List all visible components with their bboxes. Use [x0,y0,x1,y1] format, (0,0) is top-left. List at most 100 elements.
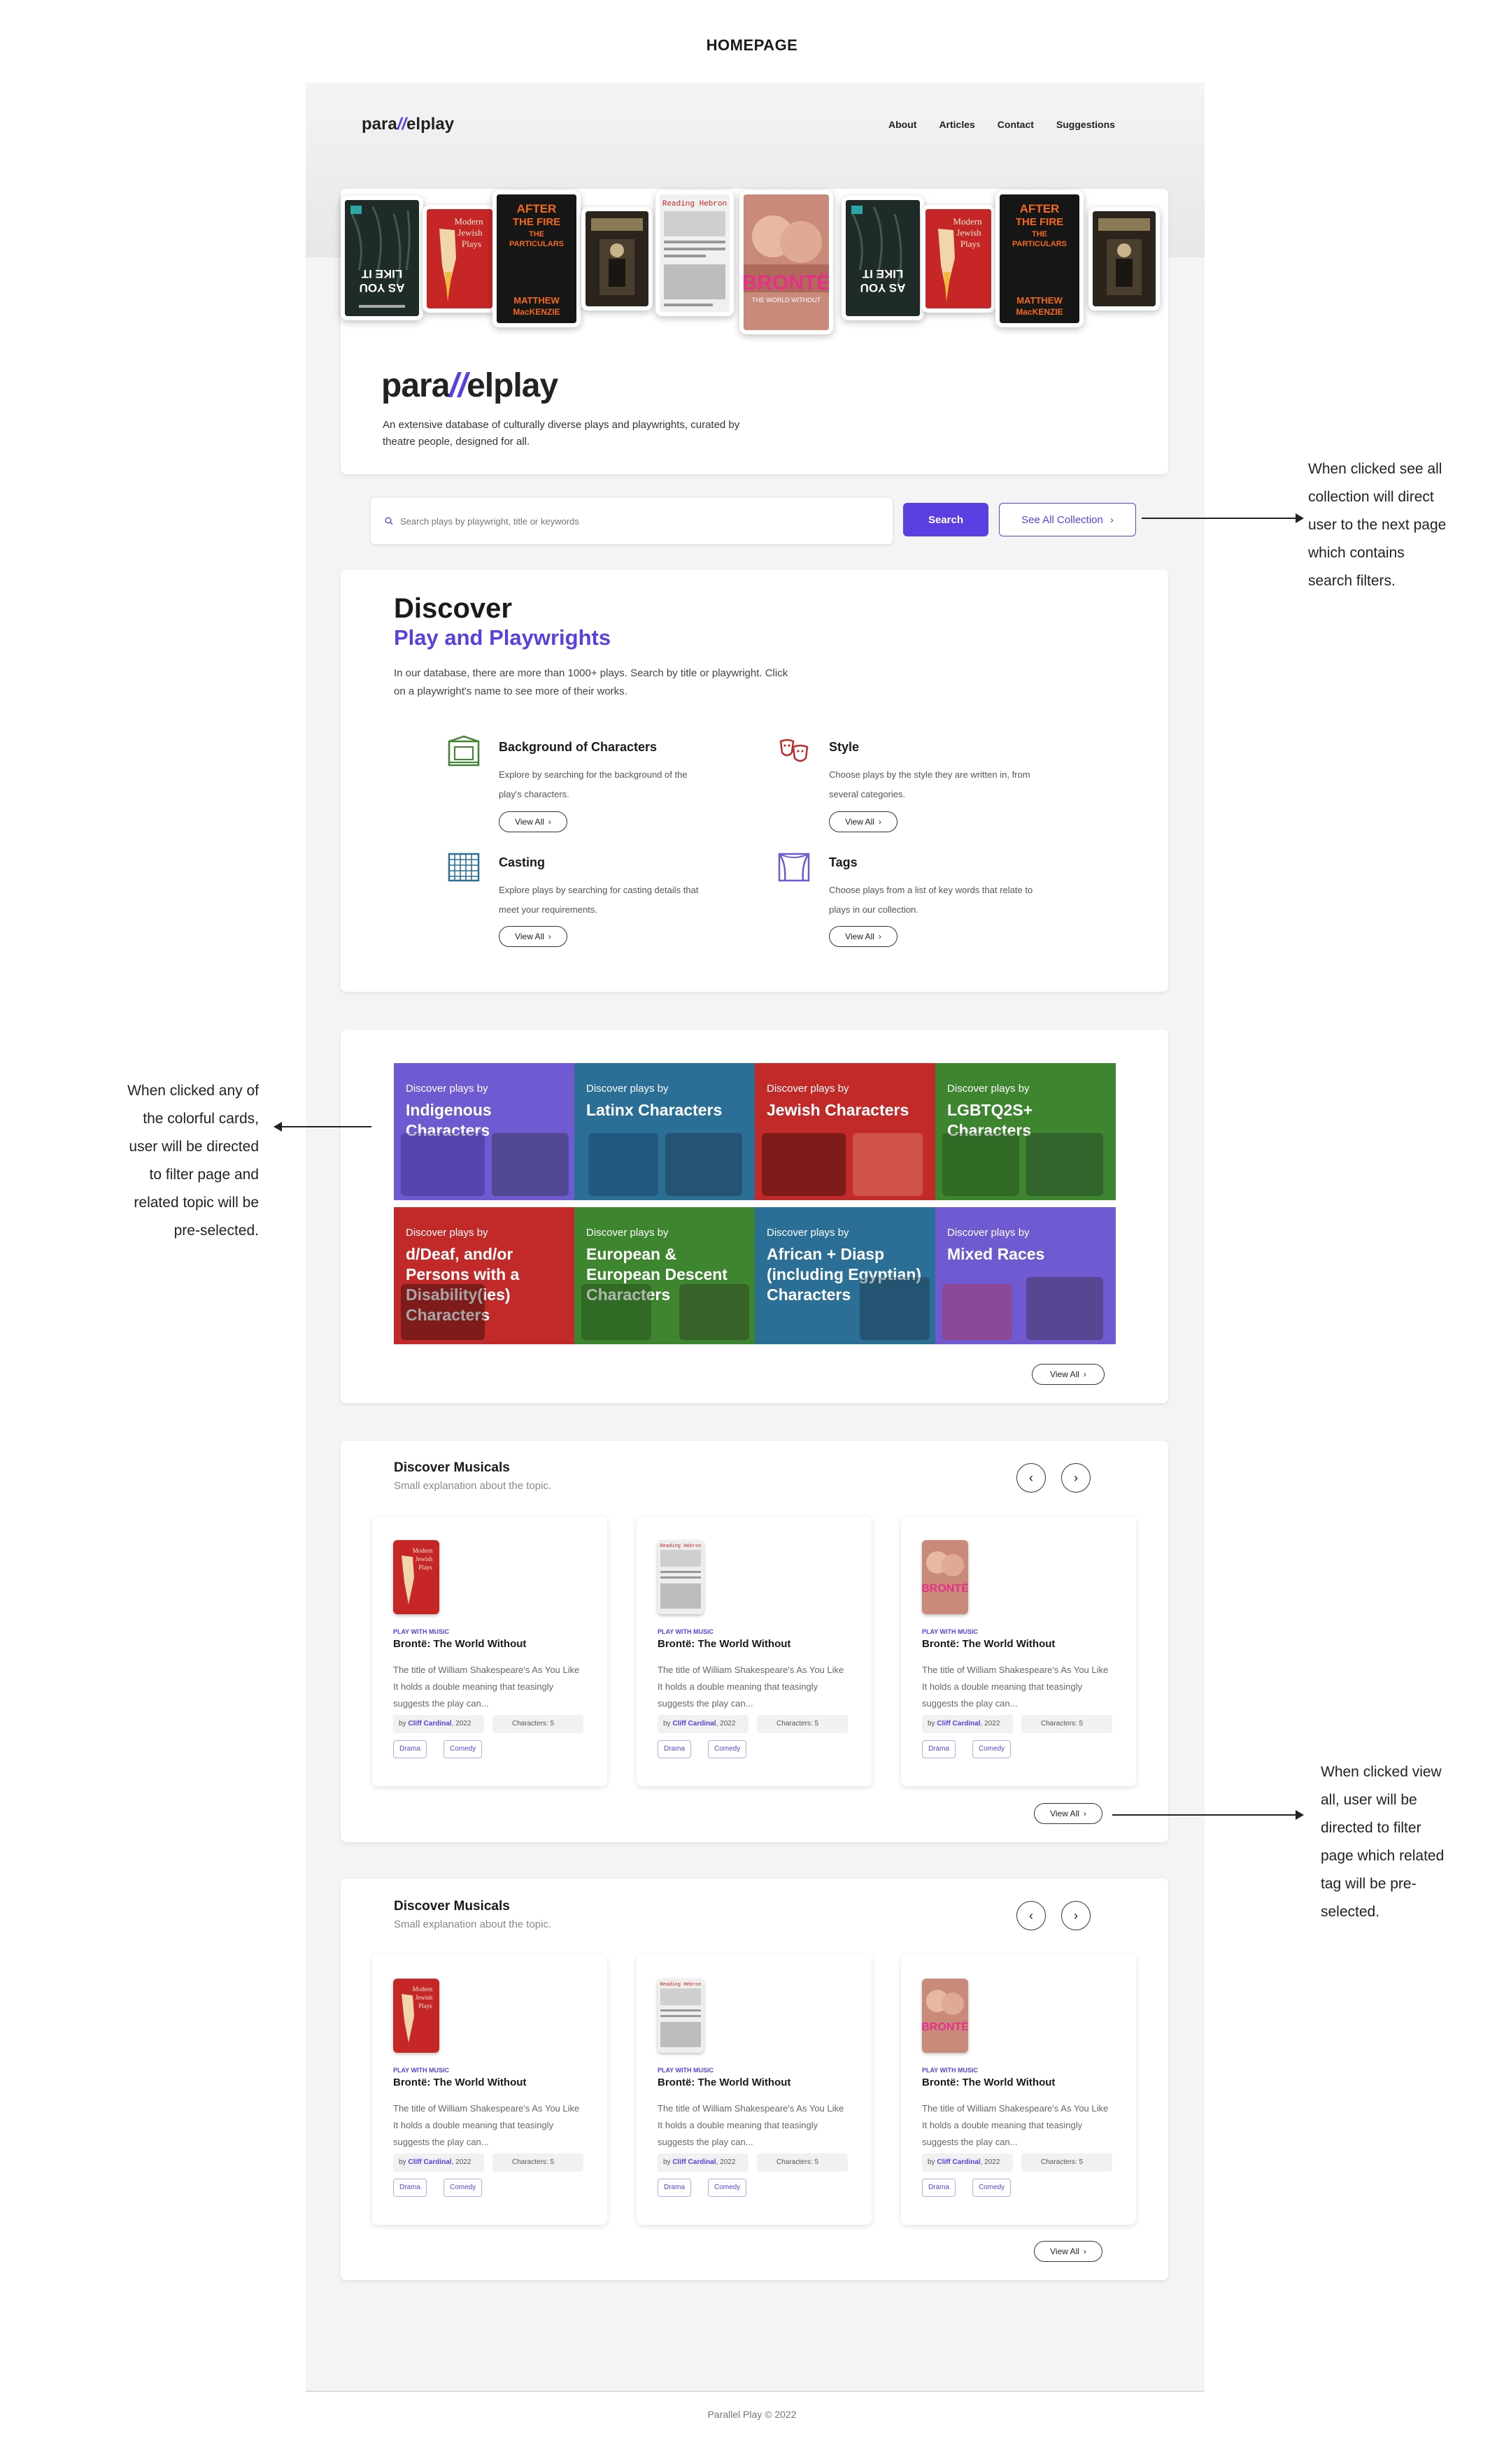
play-tag: PLAY WITH MUSIC [658,2067,714,2074]
svg-text:Plays: Plays [418,2002,432,2009]
search-bar[interactable] [371,498,893,544]
discover-title: Discover [394,593,512,624]
annotation-arrow-viewall [1112,1810,1304,1820]
book-cover-after-the-fire-2[interactable]: AFTER THE FIRE THE PARTICULARS MATTHEW MacKEN… [995,190,1084,327]
search-button[interactable]: Search [903,503,988,536]
carousel-prev-button[interactable]: ‹ [1016,1901,1046,1930]
tiles-view-all-button[interactable]: View All › [1032,1364,1105,1385]
book-cover-modern-jewish-plays-2[interactable]: Modern Jewish Plays [921,205,995,313]
svg-text:Plays: Plays [418,1564,432,1571]
book-cover-as-you-like-it-2[interactable]: AS YOU LIKE IT [842,196,924,320]
tile-indigenous[interactable]: Discover plays by Indigenous Characters [394,1063,574,1200]
tile-lgbtq2s[interactable]: Discover plays by LGBTQ2S+ Characters [935,1063,1116,1200]
svg-text:PARTICULARS: PARTICULARS [1012,240,1067,248]
footer-divider [306,2391,1205,2392]
logo-text-right: elplay [406,115,455,134]
book-cover-dark-illustrated-2[interactable] [1088,207,1160,311]
musicals-view-all-button[interactable]: View All › [1034,2241,1102,2262]
carousel-next-button[interactable]: › [1061,1463,1091,1493]
play-cover: BRONTË [922,1540,968,1614]
genre-chip[interactable]: Drama [922,2179,956,2197]
play-author: by Cliff Cardinal, 2022 [658,1715,749,1733]
play-card[interactable]: BRONTË PLAY WITH MUSIC Brontë: The World… [901,1955,1136,2225]
tile-european[interactable]: Discover plays by European & European De… [574,1207,755,1344]
logo-text-left: para [362,115,397,134]
svg-text:Reading Hebron: Reading Hebron [660,1982,702,1988]
svg-text:AS YOU: AS YOU [360,281,405,294]
footer-text: Parallel Play © 2022 [707,2409,797,2420]
genre-chip[interactable]: Drama [658,1740,692,1758]
header-logo[interactable]: para//elplay [362,115,454,134]
nav-articles[interactable]: Articles [939,119,974,130]
svg-text:BRONTË: BRONTË [922,1582,968,1595]
genre-chip[interactable]: Drama [658,2179,692,2197]
play-title[interactable]: Brontë: The World Without [658,1638,790,1650]
tile-latinx[interactable]: Discover plays by Latinx Characters [574,1063,755,1200]
tile-deaf-disability[interactable]: Discover plays by d/Deaf, and/or Persons… [394,1207,574,1344]
tile-mixed-races[interactable]: Discover plays by Mixed Races [935,1207,1116,1344]
genre-chip[interactable]: Drama [393,2179,427,2197]
genre-chip[interactable]: Comedy [444,2179,483,2197]
book-cover-modern-jewish-plays[interactable]: Modern Jewish Plays [423,205,497,313]
play-author: by Cliff Cardinal, 2022 [658,2153,749,2172]
book-cover-as-you-like-it[interactable]: AS YOU LIKE IT [341,196,423,320]
play-card[interactable]: Modern Jewish Plays PLAY WITH MUSIC Brontë… [372,1955,607,2225]
play-description: The title of William Shakespeare's As Yo… [922,2103,1109,2147]
search-input[interactable] [400,515,820,527]
play-title[interactable]: Brontë: The World Without [658,2077,790,2088]
section-title: Discover Musicals [394,1460,510,1475]
play-title[interactable]: Brontë: The World Without [922,1638,1055,1650]
hero-logo-right: elplay [467,367,558,404]
annotation-arrow-tiles [274,1122,371,1132]
chevron-right-icon: › [1109,513,1114,526]
genre-chip[interactable]: Drama [393,1740,427,1758]
play-card[interactable]: BRONTË PLAY WITH MUSIC Brontë: The World… [901,1516,1136,1786]
play-title[interactable]: Brontë: The World Without [922,2077,1055,2088]
play-cover: Modern Jewish Plays [393,1540,439,1614]
play-characters: Characters: 5 [492,2153,583,2172]
play-card[interactable]: Reading Hebron PLAY WITH MUSIC Brontë: T… [637,1955,872,2225]
nav-contact[interactable]: Contact [998,119,1034,130]
hero-logo-left: para [381,367,450,404]
tile-jewish[interactable]: Discover plays by Jewish Characters [755,1063,935,1200]
genre-chip[interactable]: Comedy [444,1740,483,1758]
view-all-tags-button[interactable]: View All › [829,926,898,947]
genre-chip[interactable]: Drama [922,1740,956,1758]
annotation-arrow-collection [1142,513,1304,523]
book-cover-bronte[interactable]: BRONTË THE WORLD WITHOUT [739,190,833,334]
svg-text:Modern: Modern [413,1986,433,1993]
musicals-view-all-button[interactable]: View All › [1034,1803,1102,1824]
see-all-collection-button[interactable]: See All Collection › [999,503,1136,536]
svg-text:Jewish: Jewish [416,1994,433,2001]
play-description: The title of William Shakespeare's As Yo… [922,1665,1109,1709]
play-tag: PLAY WITH MUSIC [393,2067,450,2074]
nav-about[interactable]: About [888,119,916,130]
book-cover-dark-illustrated[interactable] [581,207,653,311]
genre-chip[interactable]: Comedy [708,2179,747,2197]
view-all-casting-button[interactable]: View All › [499,926,567,947]
play-title[interactable]: Brontë: The World Without [393,2077,526,2088]
svg-text:Jewish: Jewish [457,227,483,238]
theater-masks-icon [779,739,809,762]
section-subtitle: Small explanation about the topic. [394,1480,552,1492]
play-characters: Characters: 5 [757,2153,848,2172]
play-card[interactable]: Reading Hebron PLAY WITH MUSIC Brontë: T… [637,1516,872,1786]
play-tag: PLAY WITH MUSIC [922,1628,979,1635]
view-all-style-button[interactable]: View All › [829,811,898,832]
tile-african-diaspora[interactable]: Discover plays by African + Diasp (inclu… [755,1207,935,1344]
play-title[interactable]: Brontë: The World Without [393,1638,526,1650]
play-card[interactable]: Modern Jewish Plays PLAY WITH MUSIC Brontë… [372,1516,607,1786]
play-author: by Cliff Cardinal, 2022 [393,2153,484,2172]
genre-chip[interactable]: Comedy [972,1740,1012,1758]
nav-suggestions[interactable]: Suggestions [1056,119,1115,130]
carousel-next-button[interactable]: › [1061,1901,1091,1930]
svg-text:MacKENZIE: MacKENZIE [513,307,560,317]
chevron-left-icon: ‹ [1029,1470,1033,1485]
book-cover-after-the-fire[interactable]: AFTER THE FIRE THE PARTICULARS MATTHEW MacKEN… [492,190,581,327]
book-cover-reading-hebron[interactable]: Reading Hebron [655,190,734,316]
svg-text:Plays: Plays [462,238,481,249]
genre-chip[interactable]: Comedy [972,2179,1012,2197]
genre-chip[interactable]: Comedy [708,1740,747,1758]
view-all-background-button[interactable]: View All › [499,811,567,832]
carousel-prev-button[interactable]: ‹ [1016,1463,1046,1493]
